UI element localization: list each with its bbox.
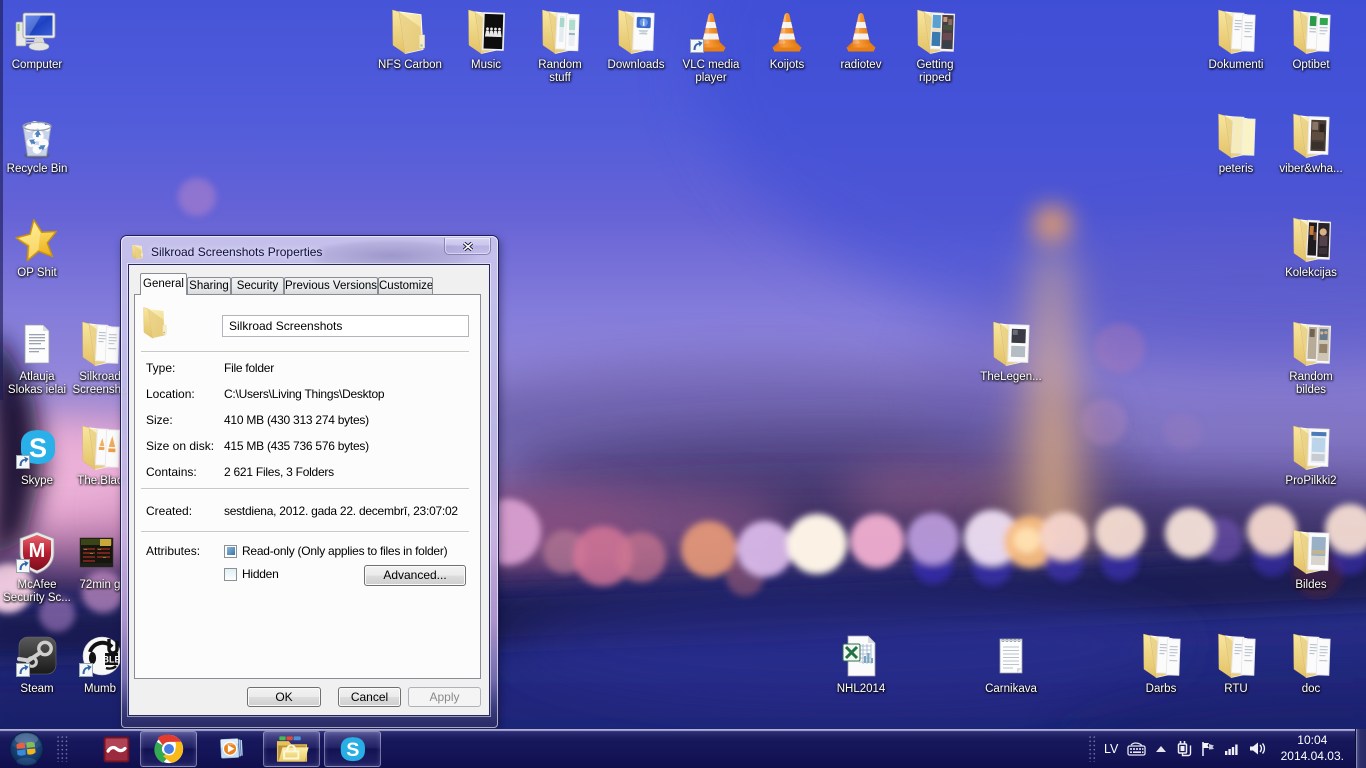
- svg-text:S: S: [346, 739, 359, 761]
- svg-text:BLE: BLE: [103, 655, 121, 665]
- svg-text:S: S: [29, 433, 47, 463]
- svg-text:M: M: [29, 540, 46, 562]
